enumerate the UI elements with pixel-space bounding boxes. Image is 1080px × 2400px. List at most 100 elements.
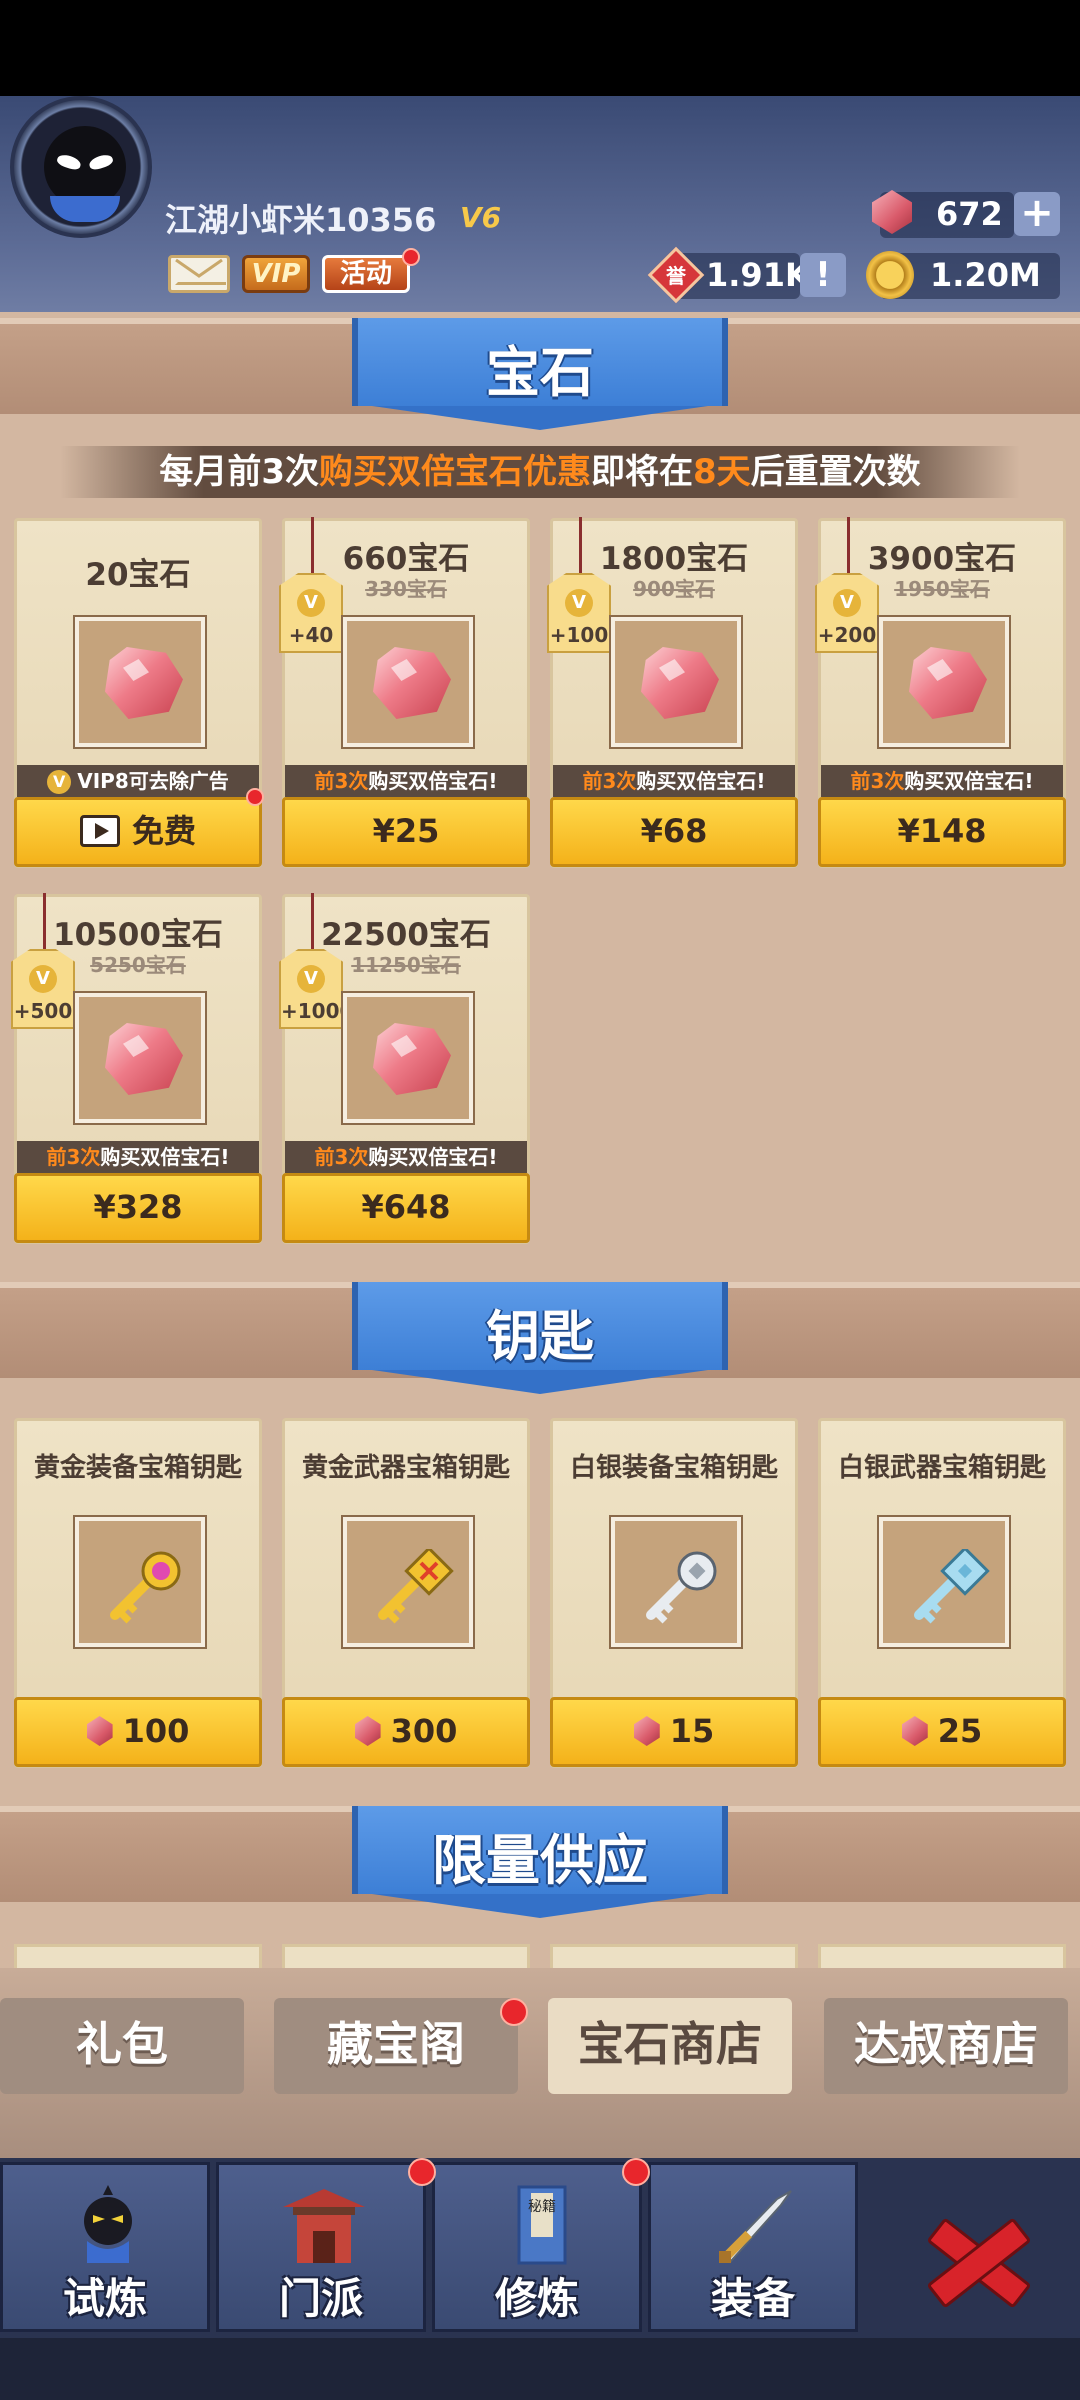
status-bar-area <box>0 0 1080 96</box>
free-button[interactable]: 免费 <box>14 797 262 867</box>
key-card[interactable]: 黄金装备宝箱钥匙 100 <box>14 1418 262 1768</box>
pack-title: 1800宝石 <box>599 541 749 577</box>
notification-dot <box>500 1998 528 2026</box>
gold-weapon-key-icon <box>378 1549 454 1624</box>
tab-treasure-pavilion[interactable]: 藏宝阁 <box>274 1998 518 2094</box>
pack-title: 20宝石 <box>85 557 191 593</box>
buy-button[interactable]: ¥148 <box>818 797 1066 867</box>
key-section-header: 钥匙 <box>352 1282 728 1394</box>
buy-button[interactable]: ¥68 <box>550 797 798 867</box>
gem-icon <box>105 1023 183 1095</box>
gem-icon <box>901 1716 928 1746</box>
svg-text:秘籍: 秘籍 <box>528 2198 556 2215</box>
limited-section-header: 限量供应 <box>352 1806 728 1918</box>
buy-button[interactable]: ¥25 <box>282 797 530 867</box>
tab-gem-shop[interactable]: 宝石商店 <box>548 1998 792 2094</box>
gem-icon-frame <box>343 993 473 1123</box>
key-title: 白银武器宝箱钥匙 <box>837 1453 1046 1483</box>
section-title: 钥匙 <box>486 1305 594 1368</box>
bonus-tag: V +1000 <box>279 949 343 1029</box>
shop-tab-bar: 礼包 藏宝阁 宝石商店 达叔商店 <box>0 1968 1080 2158</box>
nav-equipment[interactable]: 装备 <box>648 2162 858 2332</box>
honor-info-button[interactable]: ! <box>800 253 846 297</box>
gem-pack-card[interactable]: 3900宝石 1950宝石 V +200 前3次购买双倍宝石! ¥148 <box>815 517 1066 868</box>
buy-button[interactable]: ¥648 <box>282 1173 530 1243</box>
pack-title: 660宝石 <box>342 541 470 577</box>
gem-pack-card[interactable]: 1800宝石 900宝石 V +100 前3次购买双倍宝石! ¥68 <box>547 517 798 868</box>
player-name: 江湖小虾米10356 <box>165 201 437 239</box>
gem-icon-frame <box>343 617 473 747</box>
avatar[interactable] <box>10 96 152 238</box>
notification-dot <box>408 2158 436 2186</box>
gem-section-header: 宝石 <box>352 318 728 430</box>
key-title: 白银装备宝箱钥匙 <box>569 1453 778 1483</box>
section-title: 宝石 <box>486 341 594 404</box>
temple-icon <box>283 2189 365 2263</box>
gem-pack-card[interactable]: 20宝石 V VIP8可去除广告 免费 <box>14 518 262 868</box>
video-ad-icon <box>79 815 120 847</box>
gem-balance: 672 <box>936 195 1003 233</box>
close-icon[interactable] <box>920 2204 1030 2314</box>
key-icon-frame <box>75 1517 205 1647</box>
promo-banner: 每月前3次购买双倍宝石优惠即将在8天后重置次数 <box>60 446 1020 498</box>
add-gems-button[interactable]: + <box>1014 192 1060 236</box>
event-button[interactable]: 活动 <box>322 255 410 293</box>
gem-pack-card[interactable]: 660宝石 330宝石 V +40 前3次购买双倍宝石! ¥25 <box>279 517 530 868</box>
gem-icon <box>354 1716 381 1746</box>
pack-note: 前3次购买双倍宝石! <box>285 765 527 797</box>
pack-title: 3900宝石 <box>867 541 1017 577</box>
buy-key-button[interactable]: 300 <box>282 1697 530 1767</box>
gem-icon <box>641 647 719 719</box>
nav-trial[interactable]: 试炼 <box>0 2162 210 2332</box>
honor-balance: 1.91K <box>706 256 810 294</box>
bottom-edge <box>0 2338 1080 2400</box>
limited-card[interactable] <box>14 1944 262 1970</box>
vip-level-badge: V6 <box>460 201 502 234</box>
bonus-tag: V +500 <box>11 949 75 1029</box>
gold-armor-key-icon <box>110 1551 181 1624</box>
bonus-tag: V +40 <box>279 573 343 653</box>
pack-note: 前3次购买双倍宝石! <box>17 1141 259 1173</box>
buy-key-button[interactable]: 100 <box>14 1697 262 1767</box>
key-icon-frame <box>879 1517 1009 1647</box>
tab-gift-pack[interactable]: 礼包 <box>0 1998 244 2094</box>
gem-icon <box>86 1716 113 1746</box>
gem-icon-frame <box>75 993 205 1123</box>
key-icon-frame <box>611 1517 741 1647</box>
ninja-icon <box>84 2185 132 2263</box>
bonus-tag: V +100 <box>547 573 611 653</box>
notification-dot <box>246 788 264 806</box>
gem-icon <box>373 647 451 719</box>
limited-card[interactable] <box>282 1944 530 1970</box>
honor-badge-text: 誉 <box>666 264 686 288</box>
buy-key-button[interactable]: 25 <box>818 1697 1066 1767</box>
sword-icon <box>719 2190 792 2263</box>
vip-button[interactable]: VIP <box>242 255 310 293</box>
notification-dot <box>402 248 420 266</box>
scroll-book-icon: 秘籍 <box>517 2185 567 2265</box>
gem-pack-card[interactable]: 22500宝石 11250宝石 V +1000 前3次购买双倍宝石! ¥648 <box>279 893 530 1244</box>
mail-icon[interactable] <box>168 255 230 293</box>
pack-note: V VIP8可去除广告 <box>17 765 259 797</box>
pack-title: 10500宝石 <box>53 917 223 953</box>
pack-note: 前3次购买双倍宝石! <box>553 765 795 797</box>
gem-icon-frame <box>879 617 1009 747</box>
key-title: 黄金武器宝箱钥匙 <box>301 1453 510 1483</box>
pack-note: 前3次购买双倍宝石! <box>285 1141 527 1173</box>
buy-key-button[interactable]: 15 <box>550 1697 798 1767</box>
limited-card[interactable] <box>818 1944 1066 1970</box>
key-card[interactable]: 黄金武器宝箱钥匙 300 <box>282 1418 530 1768</box>
key-card[interactable]: 白银武器宝箱钥匙 25 <box>818 1418 1066 1768</box>
buy-button[interactable]: ¥328 <box>14 1173 262 1243</box>
gem-pack-card[interactable]: 10500宝石 5250宝石 V +500 前3次购买双倍宝石! ¥328 <box>11 893 262 1244</box>
limited-card[interactable] <box>550 1944 798 1970</box>
nav-cultivate[interactable]: 秘籍 修炼 <box>432 2162 642 2332</box>
silver-weapon-key-icon <box>914 1549 990 1624</box>
nav-sect[interactable]: 门派 <box>216 2162 426 2332</box>
key-title: 黄金装备宝箱钥匙 <box>33 1453 242 1483</box>
gem-icon-frame <box>75 617 205 747</box>
notification-dot <box>622 2158 650 2186</box>
tab-uncle-shop[interactable]: 达叔商店 <box>824 1998 1068 2094</box>
gem-icon <box>909 647 987 719</box>
key-card[interactable]: 白银装备宝箱钥匙 15 <box>550 1418 798 1768</box>
